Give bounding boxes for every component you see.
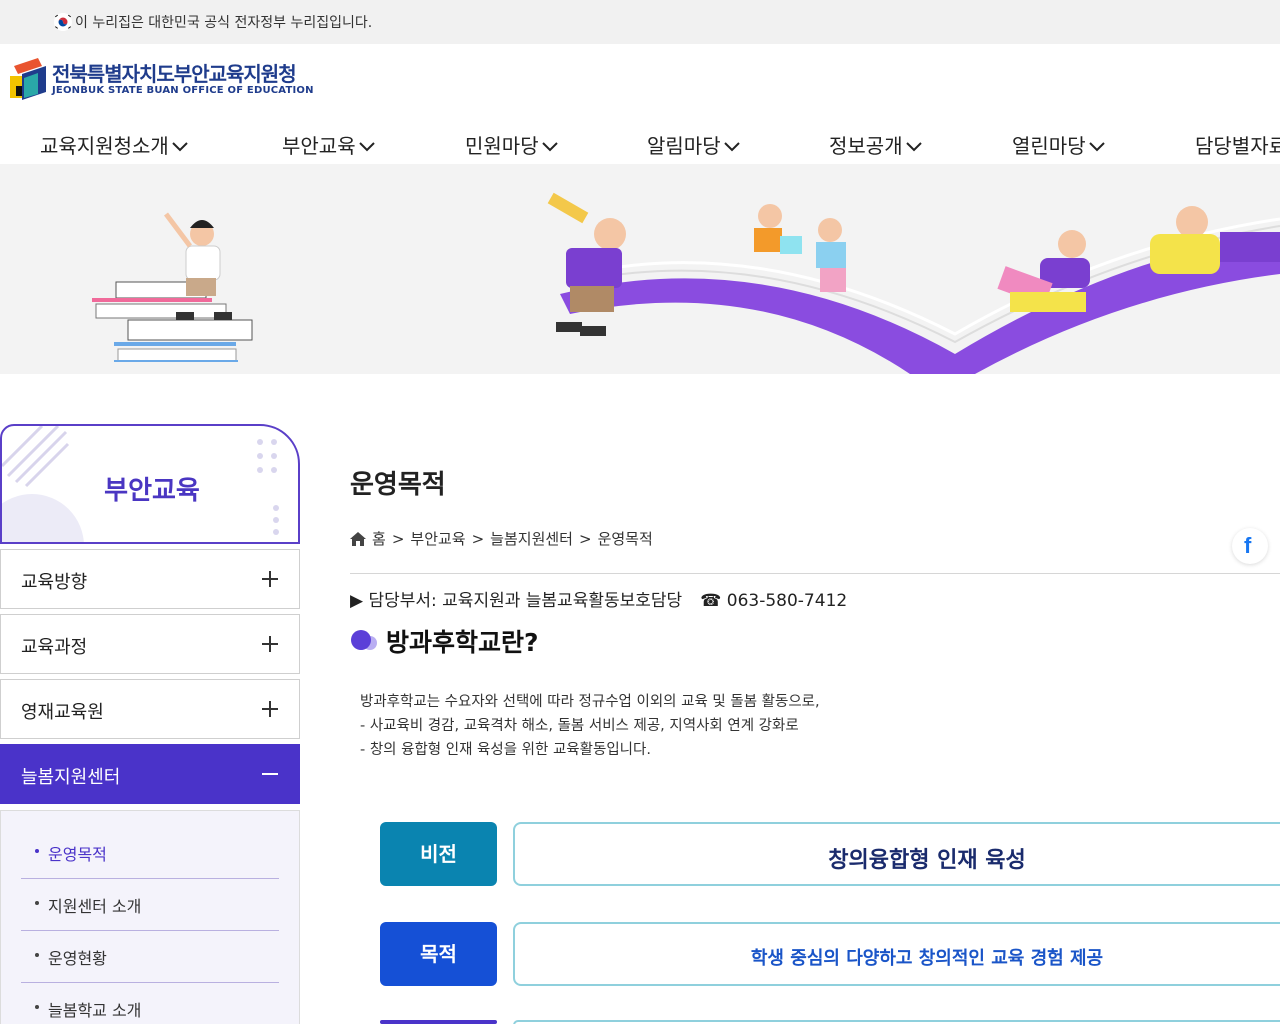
- breadcrumb-separator: >: [391, 529, 405, 548]
- vision-text: 창의융합형 인재 육성: [828, 848, 1026, 873]
- sidebar-item-label: 교육과정: [21, 637, 88, 658]
- sidebar-item-label: 영재교육원: [21, 702, 104, 723]
- plus-icon: [262, 701, 278, 717]
- purpose-label: 목적: [380, 922, 497, 986]
- breadcrumb-current: 운영목적: [597, 530, 653, 548]
- chevron-down-icon: [1088, 142, 1105, 152]
- gov-banner: 이 누리집은 대한민국 공식 전자정부 누리집입니다.: [0, 0, 1280, 44]
- department-info: ▶ 담당부서: 교육지원과 늘봄교육활동보호담당 ☎ 063-580-7412: [350, 586, 847, 611]
- sidebar-item-education-direction[interactable]: 교육방향: [0, 549, 300, 609]
- logo-name-en: JEONBUK STATE BUAN OFFICE OF EDUCATION: [52, 85, 314, 96]
- submenu-item-center-intro[interactable]: 지원센터 소개: [21, 879, 279, 931]
- gnb-label: 민원마당: [465, 134, 539, 158]
- chevron-down-icon: [358, 142, 375, 152]
- breadcrumb-separator: >: [471, 529, 485, 548]
- page-title: 운영목적: [350, 470, 446, 500]
- content-divider: [350, 573, 1280, 574]
- vision-label: 비전: [380, 822, 497, 886]
- department-text: ▶ 담당부서: 교육지원과 늘봄교육활동보호담당: [350, 591, 683, 611]
- gnb-item-open[interactable]: 열린마당: [1012, 130, 1106, 159]
- logo-name-kr: 전북특별자치도부안교육지원청: [52, 62, 297, 86]
- submenu-item-status[interactable]: 운영현황: [21, 931, 279, 983]
- bullet-icon: [35, 1005, 39, 1009]
- breadcrumb-education[interactable]: 부안교육: [410, 528, 465, 549]
- gnb-item-data[interactable]: 담당별자료: [1195, 130, 1280, 159]
- gnb-label: 담당별자료: [1195, 134, 1280, 158]
- hero-banner: [0, 164, 1280, 374]
- section-title: 방과후학교란?: [350, 624, 539, 658]
- next-row-label-edge: [380, 1020, 497, 1024]
- purpose-text: 학생 중심의 다양하고 창의적인 교육 경험 제공: [750, 948, 1104, 969]
- section-title-text: 방과후학교란?: [386, 628, 539, 657]
- chevron-down-icon: [541, 142, 558, 152]
- sidebar-item-label: 교육방향: [21, 572, 88, 593]
- gnb-label: 열린마당: [1012, 134, 1086, 158]
- breadcrumb: 홈 > 부안교육 > 늘봄지원센터 > 운영목적: [350, 528, 653, 549]
- gnb-label: 정보공개: [829, 134, 903, 158]
- breadcrumb-separator: >: [578, 529, 592, 548]
- next-row-box-edge: [513, 1020, 1280, 1024]
- gnb-label: 교육지원청소개: [40, 134, 169, 158]
- submenu-item-label: 운영현황: [48, 949, 107, 968]
- purpose-box: 학생 중심의 다양하고 창의적인 교육 경험 제공: [513, 922, 1280, 986]
- gnb-label: 부안교육: [282, 134, 356, 158]
- gov-banner-text: 이 누리집은 대한민국 공식 전자정부 누리집입니다.: [75, 15, 373, 31]
- sidebar-item-gifted-education[interactable]: 영재교육원: [0, 679, 300, 739]
- gnb-item-notice[interactable]: 알림마당: [647, 130, 741, 159]
- submenu-item-purpose[interactable]: 운영목적: [21, 827, 279, 879]
- minus-icon: [262, 773, 278, 775]
- chevron-down-icon: [172, 142, 188, 152]
- sidebar-item-label: 늘봄지원센터: [21, 767, 121, 788]
- bullet-icon: [35, 953, 39, 957]
- submenu-item-label: 지원센터 소개: [48, 897, 142, 916]
- description-line: 방과후학교는 수요자와 선택에 따라 정규수업 이외의 교육 및 돌봄 활동으로…: [360, 694, 820, 710]
- children-reading-illustration: [92, 192, 1280, 374]
- breadcrumb-center[interactable]: 늘봄지원센터: [490, 528, 573, 549]
- sidebar-item-neulbom-center[interactable]: 늘봄지원센터: [0, 744, 300, 804]
- sidebar-header: 부안교육: [0, 424, 300, 544]
- sidebar-submenu: 운영목적 지원센터 소개 운영현황 늘봄학교 소개: [0, 810, 300, 1024]
- sidebar-item-curriculum[interactable]: 교육과정: [0, 614, 300, 674]
- description: 방과후학교는 수요자와 선택에 따라 정규수업 이외의 교육 및 돌봄 활동으로…: [360, 690, 820, 762]
- plus-icon: [262, 571, 278, 587]
- korea-flag-icon: [54, 13, 72, 31]
- gnb-item-about[interactable]: 교육지원청소개: [40, 130, 189, 159]
- home-icon[interactable]: [350, 531, 366, 546]
- gnb-item-civil[interactable]: 민원마당: [465, 130, 559, 159]
- bubble-bullet-icon: [351, 630, 377, 650]
- gnb-item-info[interactable]: 정보공개: [829, 130, 923, 159]
- gnb-label: 알림마당: [647, 134, 721, 158]
- main-navigation: 교육지원청소개 부안교육 민원마당 알림마당 정보공개 열린마당 담당별자료: [0, 122, 1280, 164]
- plus-icon: [262, 636, 278, 652]
- chevron-down-icon: [905, 142, 922, 152]
- gnb-item-education[interactable]: 부안교육: [282, 130, 376, 159]
- description-line: - 창의 융합형 인재 육성을 위한 교육활동입니다.: [360, 742, 651, 758]
- submenu-item-label: 늘봄학교 소개: [48, 1001, 142, 1020]
- submenu-item-label: 운영목적: [48, 845, 107, 864]
- description-line: - 사교육비 경감, 교육격차 해소, 돌봄 서비스 제공, 지역사회 연계 강…: [360, 718, 799, 734]
- breadcrumb-home[interactable]: 홈: [372, 528, 386, 549]
- facebook-icon: f: [1244, 533, 1252, 558]
- chevron-down-icon: [723, 142, 740, 152]
- office-logo-icon: [10, 58, 46, 100]
- bullet-icon: [35, 849, 39, 853]
- site-logo[interactable]: 전북특별자치도부안교육지원청 JEONBUK STATE BUAN OFFICE…: [8, 58, 328, 104]
- sidebar-title: 부안교육: [104, 476, 200, 506]
- facebook-share-button[interactable]: f: [1232, 528, 1268, 564]
- submenu-item-school-intro[interactable]: 늘봄학교 소개: [21, 983, 279, 1024]
- vision-box: 창의융합형 인재 육성: [513, 822, 1280, 886]
- phone-number: ☎ 063-580-7412: [700, 591, 848, 611]
- bullet-icon: [35, 901, 39, 905]
